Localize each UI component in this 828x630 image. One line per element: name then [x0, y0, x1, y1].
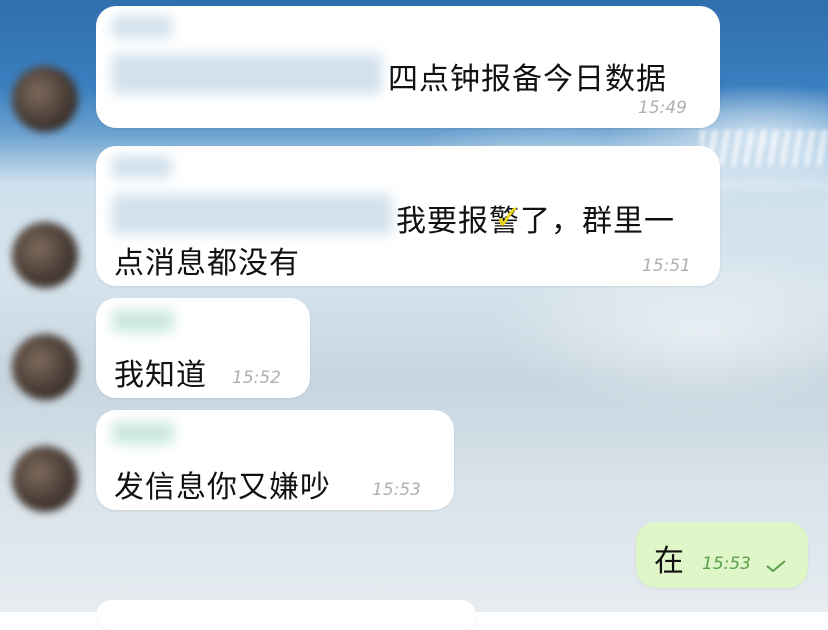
sender-name-blurred	[112, 16, 172, 38]
quoted-text-blurred	[112, 54, 382, 94]
message-text-line1: 我要报警了，群里一	[396, 204, 675, 239]
sender-name-blurred	[112, 156, 172, 178]
quoted-text-blurred	[112, 194, 392, 234]
avatar[interactable]	[12, 66, 78, 132]
outgoing-message-bubble[interactable]: 在 15:53	[636, 522, 808, 588]
avatar[interactable]	[12, 334, 78, 400]
message-bubble[interactable]: 我知道 15:52	[96, 298, 310, 398]
message-bubble[interactable]: 四点钟报备今日数据 15:49	[96, 6, 720, 128]
avatar[interactable]	[12, 222, 78, 288]
message-bubble[interactable]	[96, 600, 476, 630]
message-text: 发信息你又嫌吵	[114, 470, 331, 505]
message-time: 15:51	[642, 256, 691, 276]
checkmark-icon	[766, 560, 786, 572]
message-bubble[interactable]: 我要报警了，群里一 点消息都没有 ✓ 15:51	[96, 146, 720, 286]
avatar[interactable]	[12, 446, 78, 512]
message-text: 我知道	[114, 358, 207, 393]
message-time: 15:53	[702, 554, 751, 574]
yellow-checkmark-icon: ✓	[494, 198, 523, 238]
message-text: 四点钟报备今日数据	[388, 62, 667, 97]
message-time: 15:53	[372, 480, 421, 500]
message-text: 在	[654, 544, 685, 579]
message-bubble[interactable]: 发信息你又嫌吵 15:53	[96, 410, 454, 510]
message-time: 15:52	[232, 368, 281, 388]
sender-name-blurred	[112, 310, 174, 332]
sender-name-blurred	[112, 422, 174, 444]
message-time: 15:49	[638, 98, 687, 118]
message-text-line2: 点消息都没有	[114, 246, 300, 281]
